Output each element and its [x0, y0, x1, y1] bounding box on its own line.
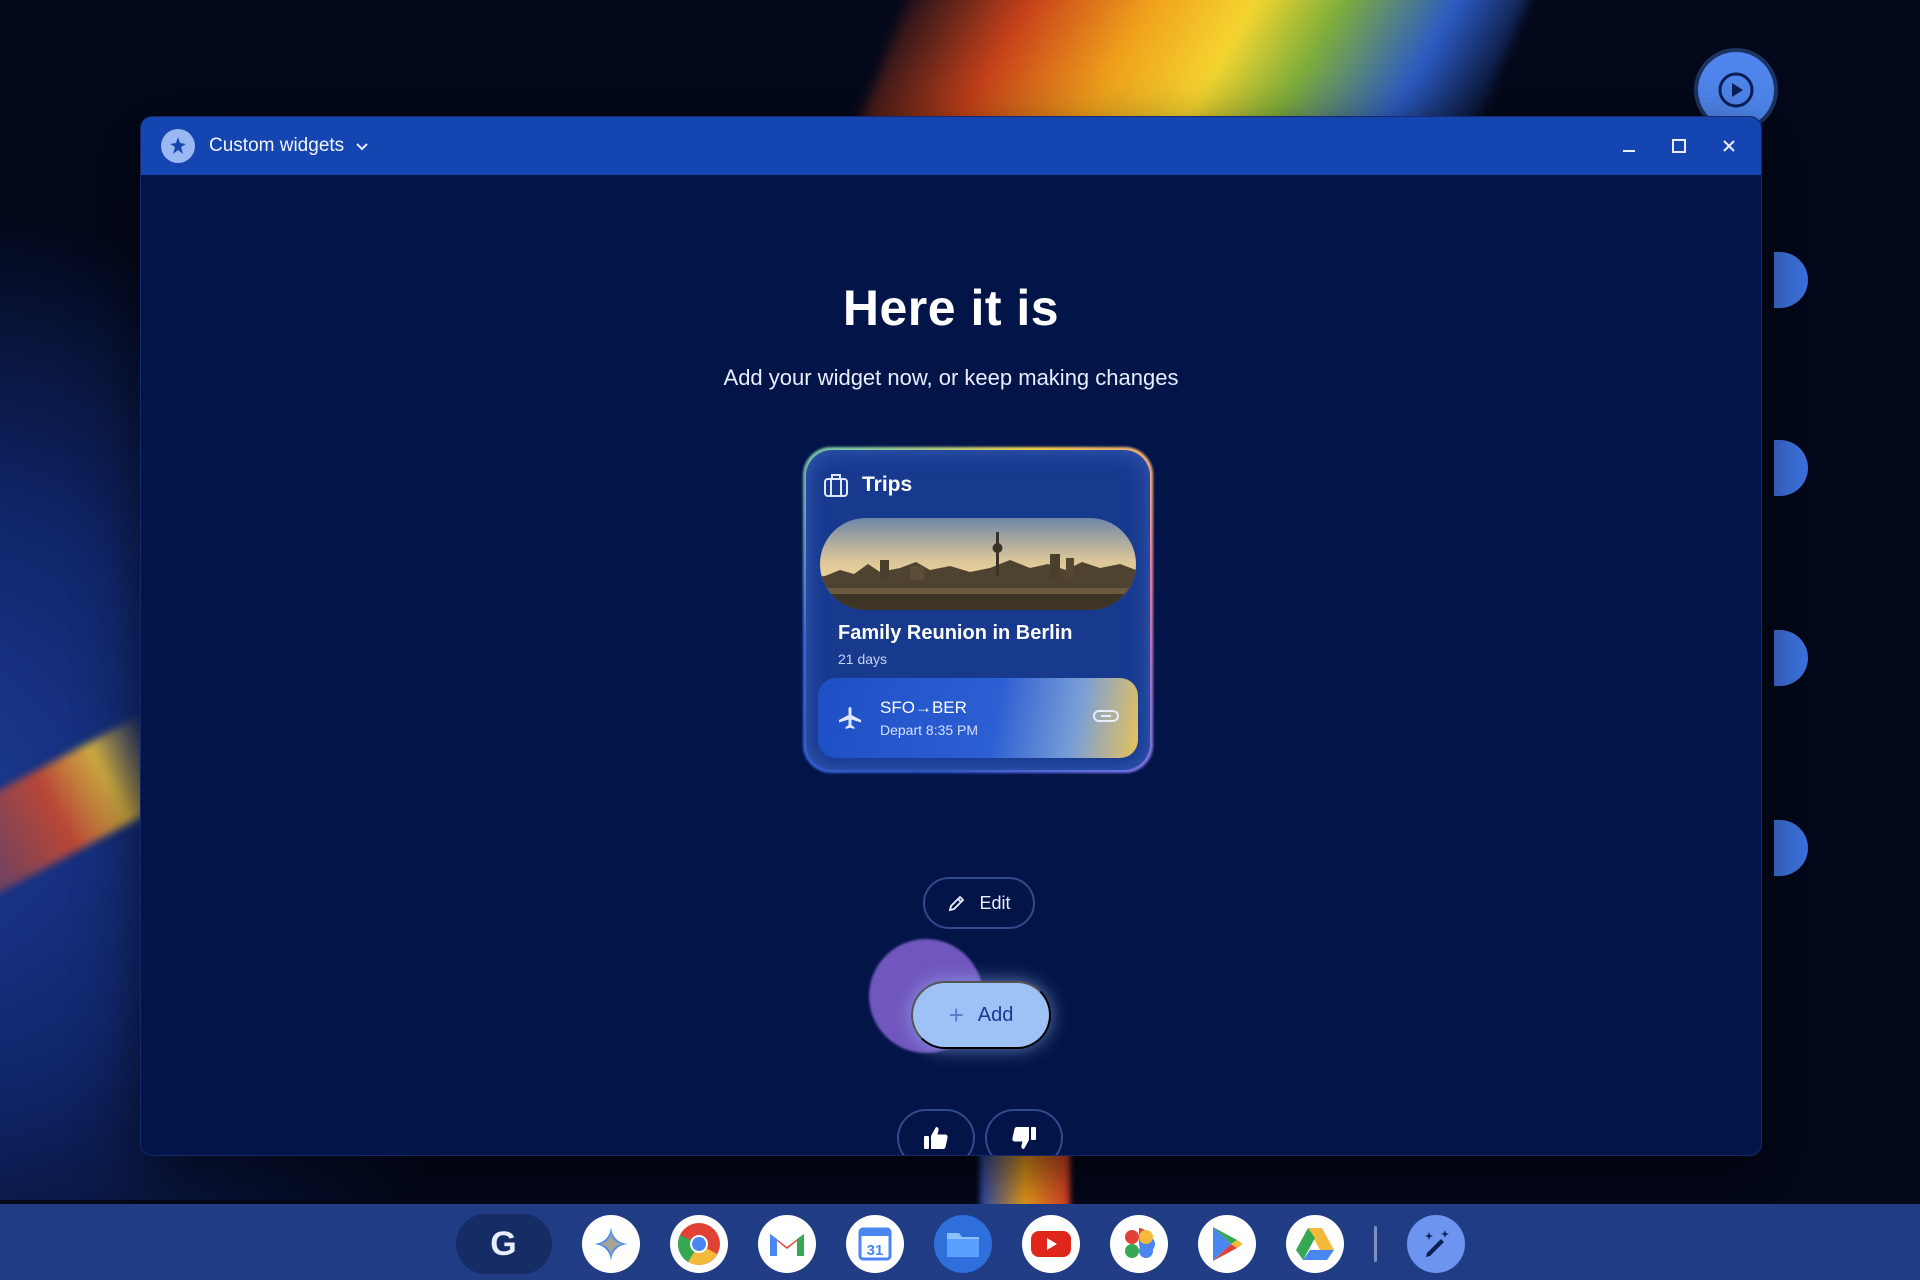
shelf: G 31: [0, 1204, 1920, 1280]
magic-pen-icon[interactable]: [1406, 1215, 1465, 1273]
photos-icon[interactable]: [1109, 1215, 1168, 1273]
gmail-icon[interactable]: [757, 1215, 816, 1273]
minimize-icon: [1623, 150, 1635, 152]
thumbs-up-button[interactable]: [897, 1109, 975, 1155]
calendar-day-text: 31: [866, 1242, 883, 1259]
shelf-divider: [1373, 1226, 1377, 1262]
window-title: Custom widgets: [209, 135, 345, 156]
wallpaper-beam: [980, 1150, 1070, 1210]
title-bar: Custom widgets: [141, 117, 1761, 175]
maximize-icon: [1672, 139, 1686, 153]
flight-departure-time: Depart 8:35 PM: [880, 722, 979, 738]
trips-widget-preview: Trips Family Reunion in Berlin 21 days S…: [806, 450, 1150, 770]
berlin-skyline-image: [820, 518, 1136, 610]
chrome-icon[interactable]: [669, 1215, 728, 1273]
airplane-icon: [839, 707, 861, 729]
flight-route: SFO→BER: [880, 698, 967, 717]
drive-icon[interactable]: [1285, 1215, 1344, 1273]
luggage-icon: [824, 474, 848, 497]
feedback-buttons: [897, 1109, 1063, 1155]
play-store-icon[interactable]: [1197, 1215, 1256, 1273]
gemini-icon[interactable]: [581, 1215, 640, 1273]
trip-name: Family Reunion in Berlin: [838, 622, 1073, 644]
thumbs-down-icon: [1012, 1127, 1036, 1149]
youtube-icon[interactable]: [1021, 1215, 1080, 1273]
minimize-button[interactable]: [1615, 132, 1643, 160]
app-window: Custom widgets Here it is Add your widge…: [140, 116, 1762, 1156]
thumbs-up-icon: [924, 1127, 948, 1149]
page-subtitle: Add your widget now, or keep making chan…: [723, 365, 1179, 390]
flight-details: SFO→BER Depart 8:35 PM: [880, 698, 978, 738]
page-title: Here it is: [842, 280, 1060, 336]
close-icon: [1723, 140, 1735, 152]
trip-duration: 21 days: [838, 651, 888, 667]
add-widget-button[interactable]: + Add: [911, 981, 1051, 1049]
custom-widgets-app-icon: [161, 129, 195, 163]
add-button-label: Add: [977, 1003, 1014, 1026]
edit-button[interactable]: Edit: [923, 877, 1035, 929]
files-icon[interactable]: [933, 1215, 992, 1273]
pencil-icon: [949, 895, 965, 912]
link-icon[interactable]: [1092, 708, 1120, 729]
maximize-button[interactable]: [1665, 132, 1693, 160]
flight-card[interactable]: SFO→BER Depart 8:35 PM: [818, 678, 1138, 758]
window-controls: [1615, 132, 1743, 160]
widget-title: Trips: [862, 473, 913, 496]
chevron-down-icon[interactable]: [354, 138, 370, 154]
main-content: Here it is Add your widget now, or keep …: [141, 175, 1761, 1155]
plus-icon: +: [948, 1000, 964, 1030]
launcher-label: G: [490, 1224, 517, 1263]
close-button[interactable]: [1715, 132, 1743, 160]
calendar-icon[interactable]: 31: [845, 1215, 904, 1273]
edit-button-label: Edit: [979, 892, 1011, 913]
widget-header: Trips: [820, 466, 1136, 504]
thumbs-down-button[interactable]: [985, 1109, 1063, 1155]
record-icon: [1718, 72, 1754, 108]
launcher-button[interactable]: G: [455, 1214, 552, 1274]
